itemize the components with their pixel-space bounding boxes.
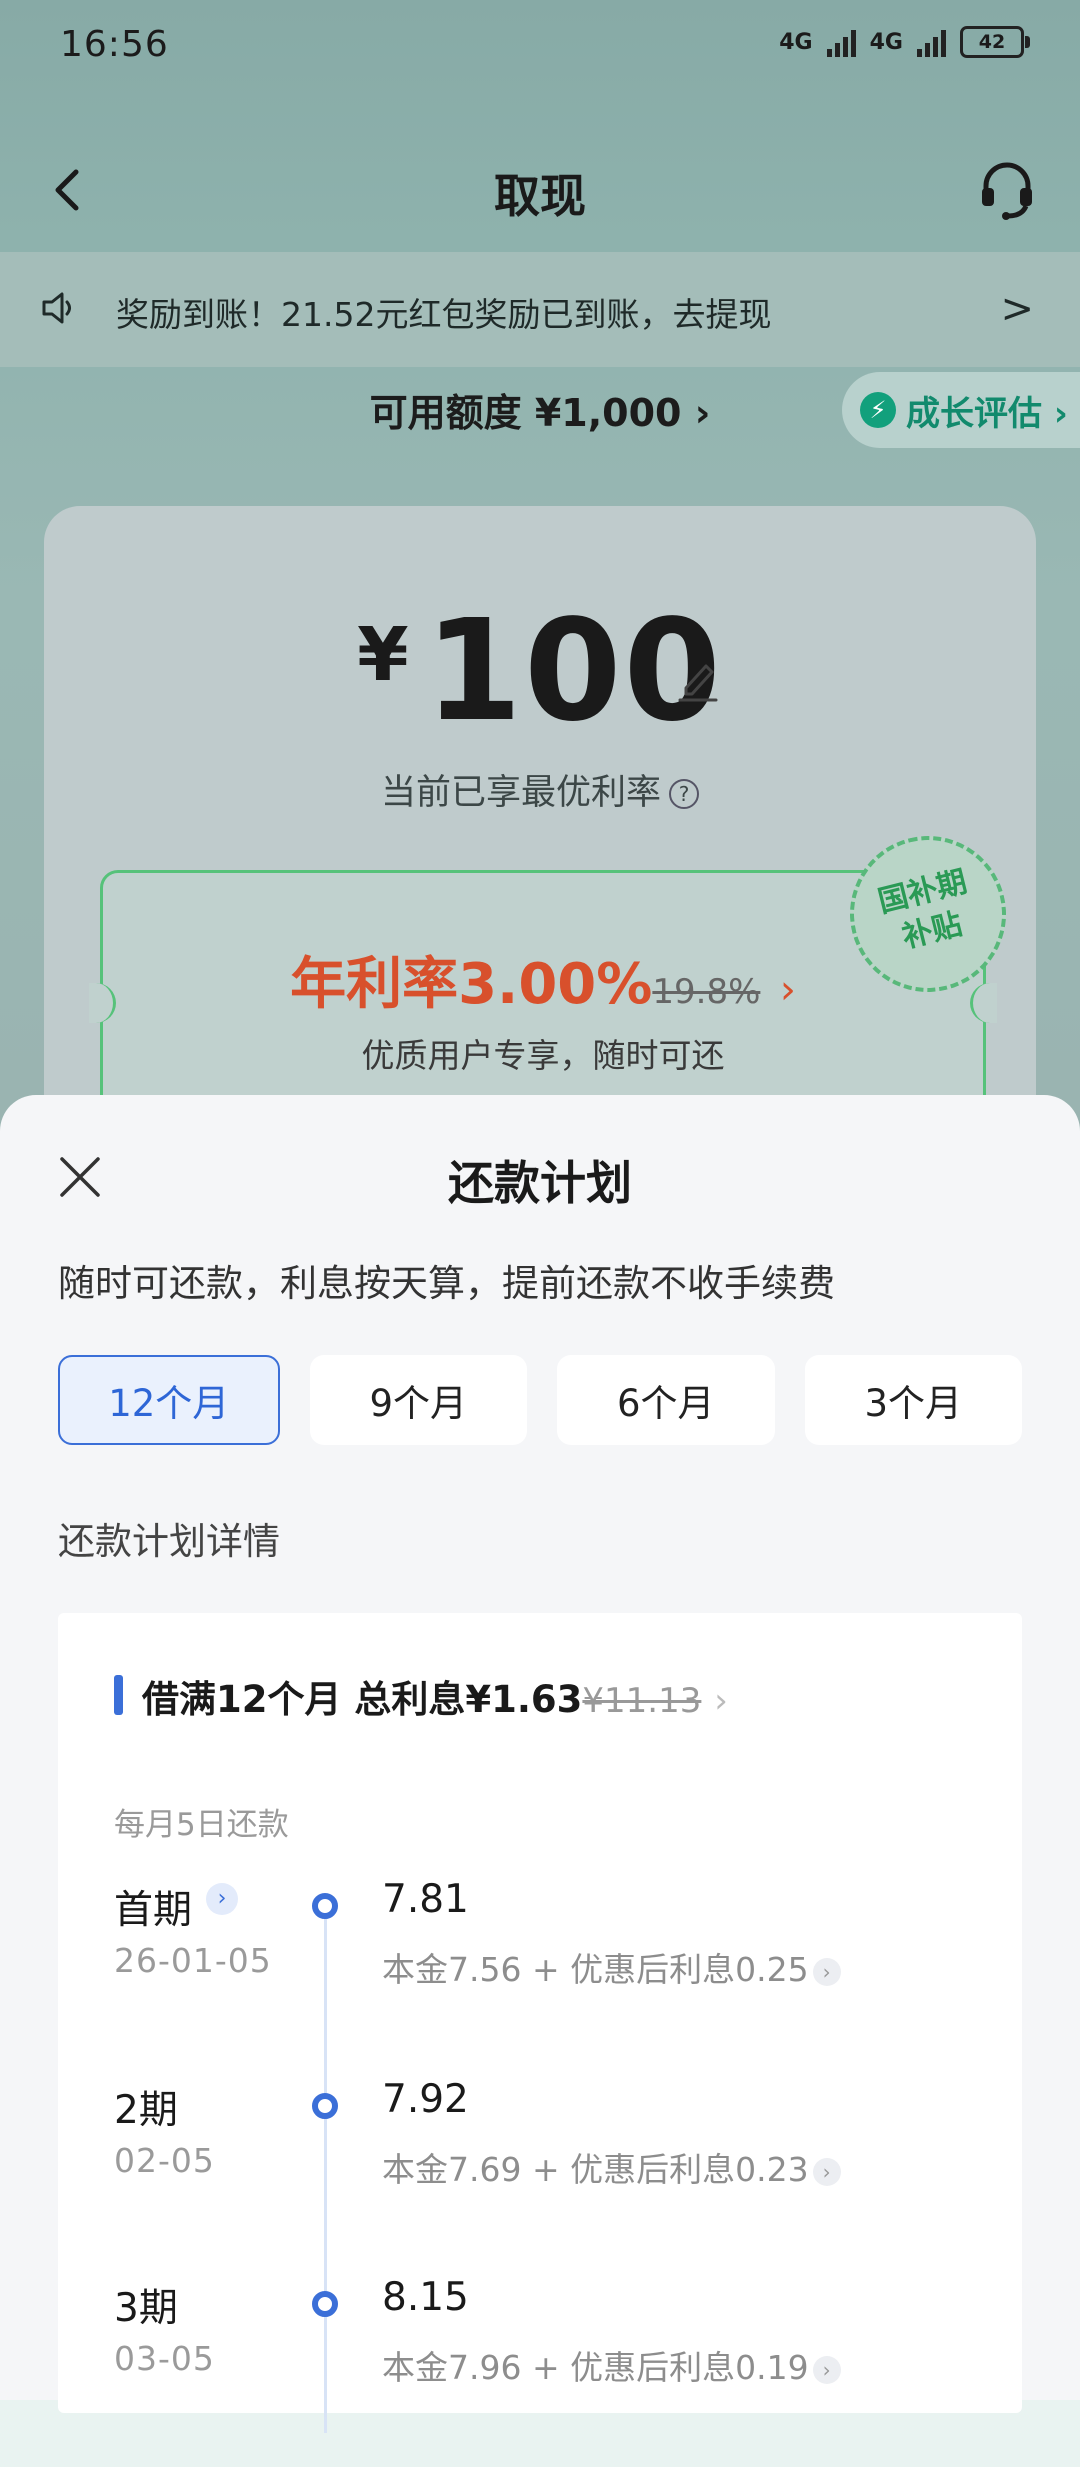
installment-amount: 8.15 <box>382 2275 469 2320</box>
chevron-right-icon: › <box>779 967 796 1013</box>
best-rate-text: 当前已享最优利率 <box>380 773 661 813</box>
table-row: 3期 03-05 8.15 本金7.96 + 优惠后利息0.19 › <box>58 2275 1022 2467</box>
plan-details-card: 借满12个月 总利息¥1.63¥11.13 › 每月5日还款 首期 › 26-01… <box>58 1613 1022 2433</box>
table-row: 2期 02-05 7.92 本金7.69 + 优惠后利息0.23 › <box>58 2077 1022 2269</box>
title-accent-bar <box>114 1675 123 1715</box>
tab-12-months[interactable]: 12个月 <box>58 1355 280 1445</box>
currency-symbol: ¥ <box>357 612 409 698</box>
tab-6-months[interactable]: 6个月 <box>557 1355 775 1445</box>
installment-amount: 7.92 <box>382 2077 469 2122</box>
tab-3-months[interactable]: 3个月 <box>804 1355 1022 1445</box>
growth-assessment-button[interactable]: ⚡ 成长评估 › <box>842 372 1080 448</box>
status-icons: 4G 4G 42 <box>779 26 1030 58</box>
detail-text: 本金7.96 + 优惠后利息0.19 <box>382 2348 809 2387</box>
due-date: 26-01-05 <box>114 1941 272 1980</box>
chevron-right-icon: › <box>812 2355 841 2384</box>
plan-summary-text: 借满12个月 总利息¥1.63 <box>142 1678 583 1721</box>
installment-detail[interactable]: 本金7.96 + 优惠后利息0.19 › <box>382 2341 841 2389</box>
rate-subtitle: 优质用户专享，随时可还 <box>361 1036 725 1075</box>
installment-detail[interactable]: 本金7.56 + 优惠后利息0.25 › <box>382 1943 841 1991</box>
due-date: 02-05 <box>114 2141 215 2180</box>
customer-service-icon[interactable] <box>974 156 1040 222</box>
installment-detail[interactable]: 本金7.69 + 优惠后利息0.23 › <box>382 2143 841 2191</box>
installment-amount: 7.81 <box>382 1877 469 1922</box>
timeline-node <box>312 2291 338 2317</box>
edit-pencil-icon[interactable] <box>676 656 720 704</box>
repayment-plan-sheet: 还款计划 随时可还款，利息按天算，提前还款不收手续费 12个月 9个月 6个月 … <box>0 1095 1080 2433</box>
annual-rate: 年利率3.00%19.8% › <box>103 939 983 1020</box>
speaker-icon <box>42 292 71 324</box>
rate-text: 年利率3.00% <box>290 952 653 1017</box>
status-bar: 16:56 4G 4G 42 <box>0 0 1080 90</box>
sheet-description: 随时可还款，利息按天算，提前还款不收手续费 <box>58 1262 835 1305</box>
growth-assessment-label: 成长评估 › <box>906 393 1068 434</box>
due-day-note: 每月5日还款 <box>114 1807 289 1843</box>
detail-text: 本金7.69 + 优惠后利息0.23 <box>382 2150 809 2189</box>
help-icon[interactable]: ? <box>669 779 699 809</box>
chevron-right-icon: > <box>1000 286 1034 332</box>
page-title: 取现 <box>494 169 586 223</box>
table-row: 首期 › 26-01-05 7.81 本金7.56 + 优惠后利息0.25 › <box>58 1877 1022 2069</box>
page-header: 取现 <box>0 140 1080 240</box>
notice-text: 奖励到账！21.52元红包奖励已到账，去提现 <box>116 295 772 334</box>
term-tabs: 12个月 9个月 6个月 3个月 <box>58 1355 1022 1445</box>
network-label-1: 4G <box>779 29 813 55</box>
period-label: 2期 <box>114 2088 178 2133</box>
loan-amount[interactable]: ¥100 <box>0 590 1080 753</box>
signal-icon <box>826 27 856 57</box>
signal-icon-2 <box>917 27 946 57</box>
plan-section-title: 还款计划详情 <box>58 1520 280 1563</box>
chevron-right-icon: › <box>812 1957 841 1986</box>
tab-9-months[interactable]: 9个月 <box>309 1355 527 1445</box>
lightning-icon: ⚡ <box>860 392 896 428</box>
original-rate: 19.8% <box>652 972 761 1012</box>
timeline-node <box>312 2093 338 2119</box>
period-label: 3期 <box>114 2286 178 2331</box>
sheet-title: 还款计划 <box>448 1156 632 1210</box>
plan-summary[interactable]: 借满12个月 总利息¥1.63¥11.13 › <box>142 1669 728 1723</box>
network-label-2: 4G <box>869 29 903 55</box>
reward-notice-bar[interactable]: 奖励到账！21.52元红包奖励已到账，去提现 > <box>0 252 1080 367</box>
period-label: 首期 › <box>114 1879 239 1935</box>
timeline-node <box>312 1893 338 1919</box>
chevron-right-icon[interactable]: › <box>206 1883 239 1915</box>
original-interest: ¥11.13 <box>582 1681 702 1721</box>
due-date: 03-05 <box>114 2339 215 2378</box>
status-time: 16:56 <box>60 24 169 65</box>
best-rate-note: 当前已享最优利率? <box>0 764 1080 815</box>
battery-icon: 42 <box>960 26 1030 58</box>
detail-text: 本金7.56 + 优惠后利息0.25 <box>382 1950 809 1989</box>
period-text: 首期 <box>114 1888 193 1933</box>
chevron-right-icon: › <box>714 1681 728 1721</box>
chevron-right-icon: › <box>812 2157 841 2186</box>
